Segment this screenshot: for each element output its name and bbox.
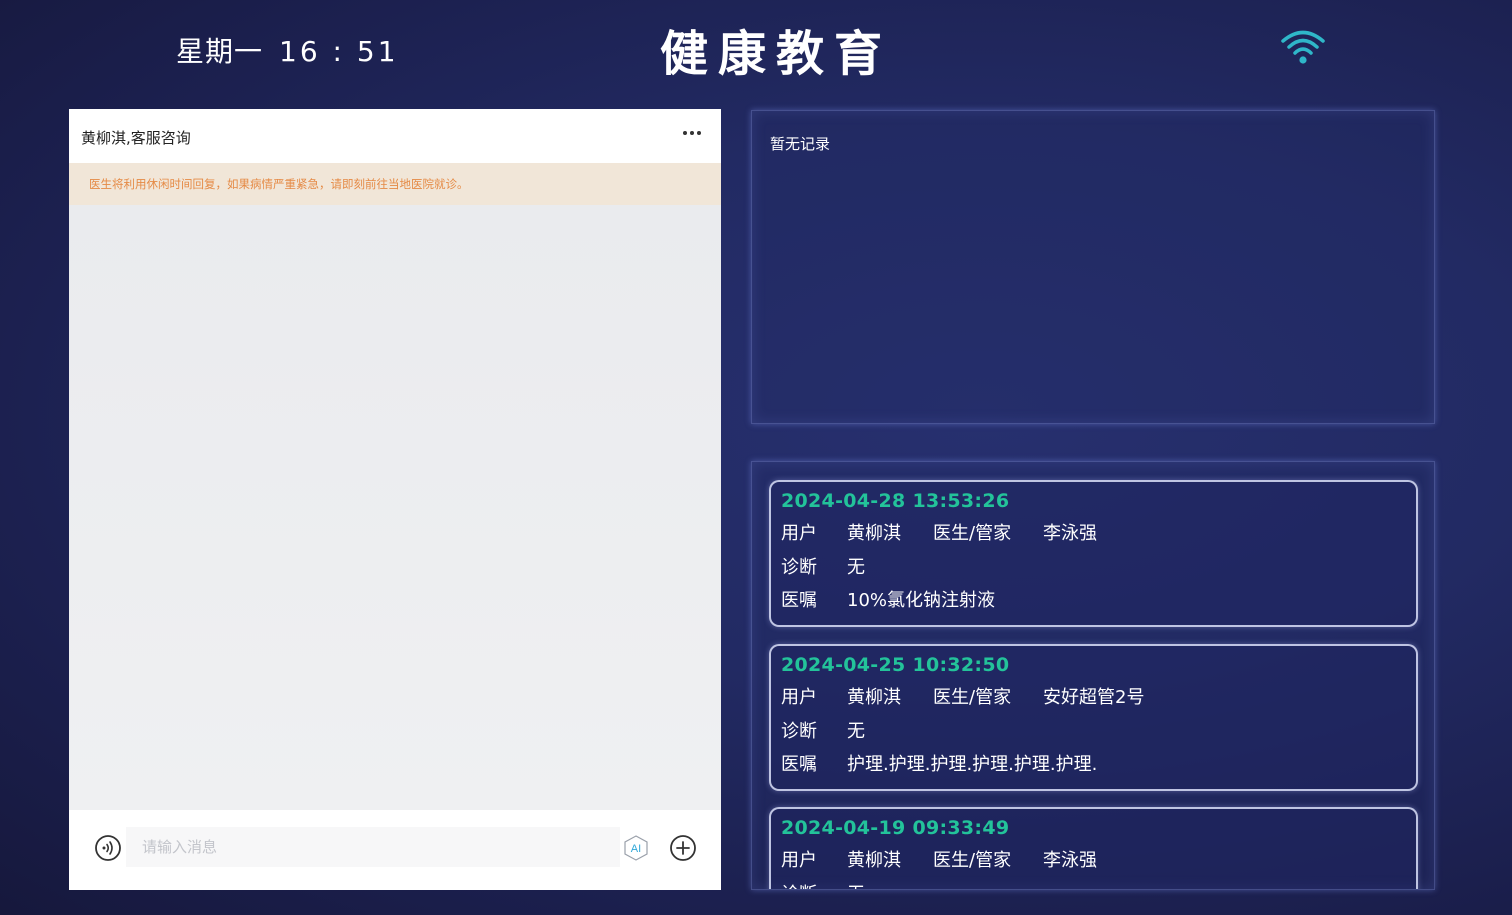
chat-title: 黄柳淇,客服咨询 [81,129,191,147]
datetime: 星期一 16 : 51 [176,30,399,70]
weekday-label: 星期一 [176,35,264,68]
add-icon[interactable] [669,834,697,862]
diagnosis-value: 无 [847,721,865,742]
user-value: 黄柳淇 [847,850,901,871]
doctor-value: 安好超管2号 [1043,687,1145,708]
doctor-value: 李泳强 [1043,850,1097,871]
advice-label: 医嘱 [781,590,817,611]
ai-assistant-icon[interactable]: AI [622,834,650,862]
diagnosis-label: 诊断 [781,721,817,742]
chat-header: 黄柳淇,客服咨询 [69,109,721,163]
diagnosis-value: 无 [847,880,865,889]
ai-label: AI [631,843,641,855]
orders-panel[interactable]: 2024-04-28 13:53:26 用户 黄柳淇 医生/管家 李泳强 诊断 … [751,461,1435,890]
user-value: 黄柳淇 [847,687,901,708]
order-time: 2024-04-25 10:32:50 [781,654,1010,676]
advice-value: 护理.护理.护理.护理.护理.护理. [847,754,1098,775]
wifi-icon [1281,30,1325,64]
diagnosis-value: 无 [847,557,865,578]
empty-records-text: 暂无记录 [770,135,831,153]
diagnosis-label: 诊断 [781,880,817,889]
doctor-label: 医生/管家 [933,523,1012,544]
chat-panel: 黄柳淇,客服咨询 医生将利用休闲时间回复，如果病情严重紧急，请即刻前往当地医院就… [69,109,721,890]
user-label: 用户 [781,687,817,708]
doctor-label: 医生/管家 [933,850,1012,871]
clock-time: 16 : 51 [279,35,399,68]
order-time: 2024-04-28 13:53:26 [781,490,1010,512]
user-label: 用户 [781,850,817,871]
message-input[interactable] [126,827,620,867]
user-value: 黄柳淇 [847,523,901,544]
records-panel: 暂无记录 [751,110,1435,424]
chat-input-bar: AI [69,810,721,890]
user-label: 用户 [781,523,817,544]
diagnosis-label: 诊断 [781,557,817,578]
doctor-label: 医生/管家 [933,687,1012,708]
page-title: 健康教育 [660,26,893,82]
order-card[interactable]: 2024-04-19 09:33:49 用户 黄柳淇 医生/管家 李泳强 诊断 … [769,807,1418,889]
advice-value: 10%氯化钠注射液 [847,590,996,611]
advice-label: 医嘱 [781,754,817,775]
voice-icon[interactable] [94,834,122,862]
order-card[interactable]: 2024-04-28 13:53:26 用户 黄柳淇 医生/管家 李泳强 诊断 … [769,480,1418,627]
more-options-icon[interactable] [683,131,701,137]
order-card[interactable]: 2024-04-25 10:32:50 用户 黄柳淇 医生/管家 安好超管2号 … [769,644,1418,791]
message-list[interactable] [69,205,721,810]
notice-bar: 医生将利用休闲时间回复，如果病情严重紧急，请即刻前往当地医院就诊。 [69,163,721,205]
doctor-value: 李泳强 [1043,523,1097,544]
order-time: 2024-04-19 09:33:49 [781,817,1010,839]
